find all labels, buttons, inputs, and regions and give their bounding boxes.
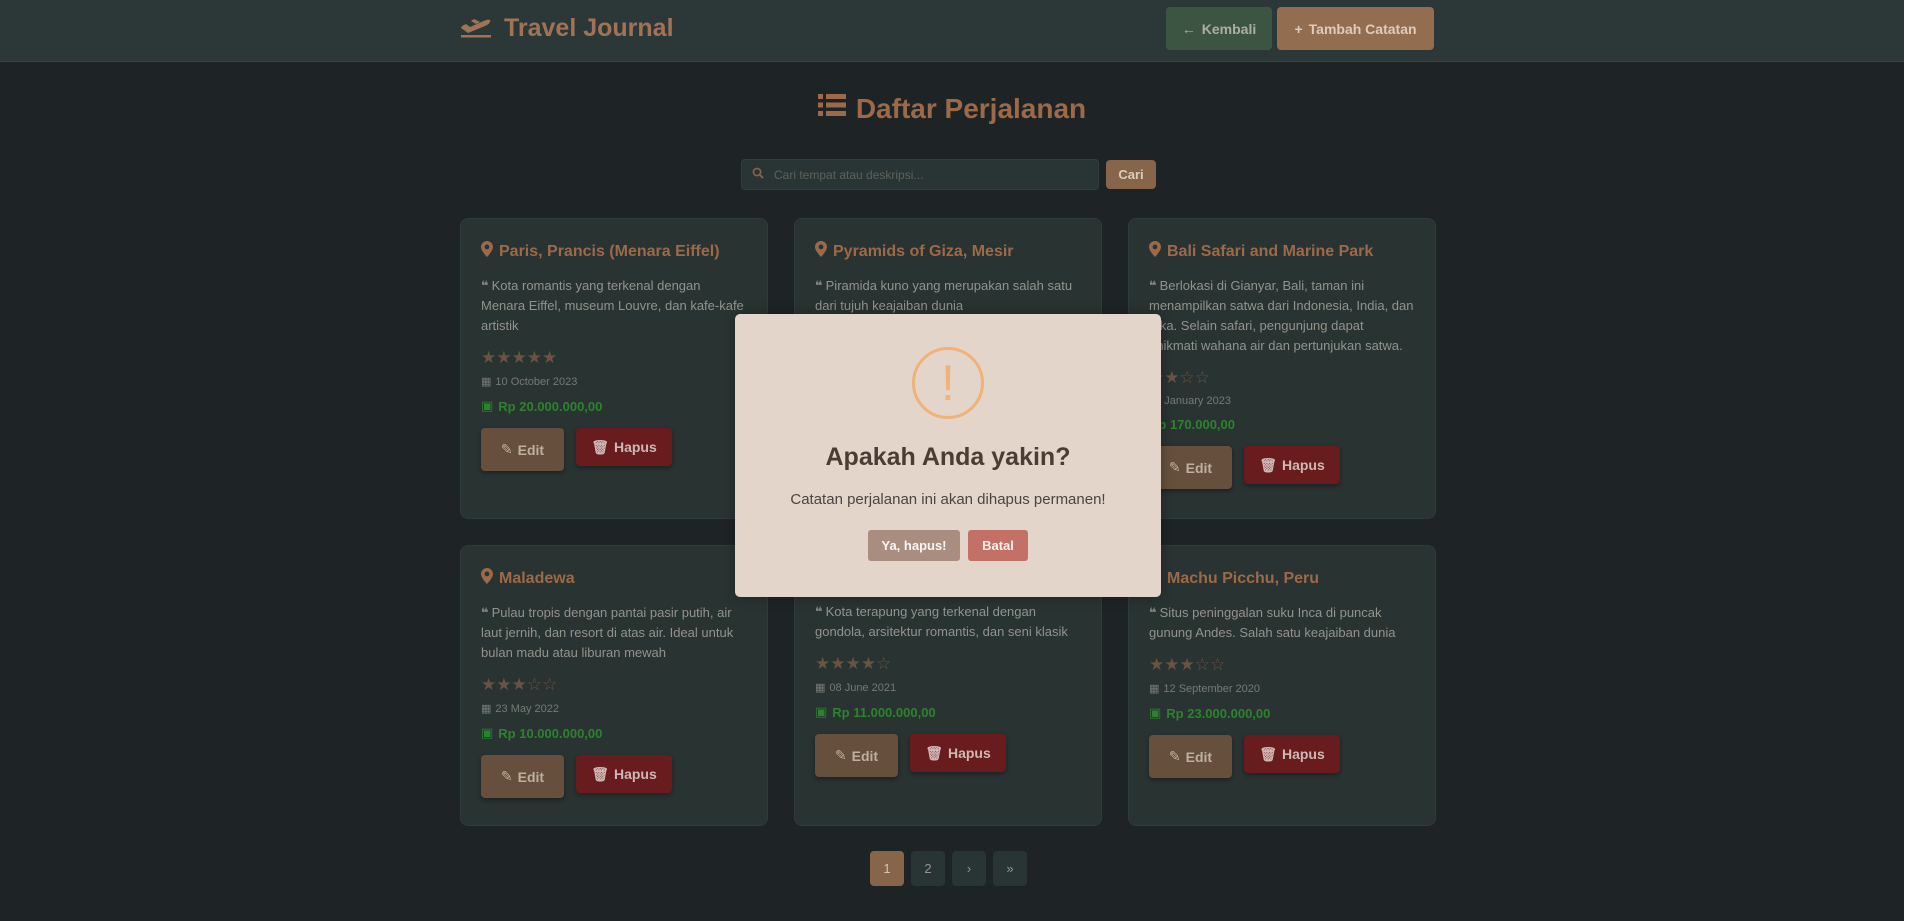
scrollbar[interactable] xyxy=(1904,0,1908,921)
confirm-delete-button[interactable]: Ya, hapus! xyxy=(868,530,960,561)
dialog-actions: Ya, hapus! Batal xyxy=(868,530,1028,561)
confirm-delete-dialog: ! Apakah Anda yakin? Catatan perjalanan … xyxy=(735,314,1161,597)
cancel-button[interactable]: Batal xyxy=(968,530,1028,561)
warning-icon: ! xyxy=(912,347,984,419)
dialog-message: Catatan perjalanan ini akan dihapus perm… xyxy=(790,491,1106,508)
dialog-title: Apakah Anda yakin? xyxy=(825,443,1071,471)
